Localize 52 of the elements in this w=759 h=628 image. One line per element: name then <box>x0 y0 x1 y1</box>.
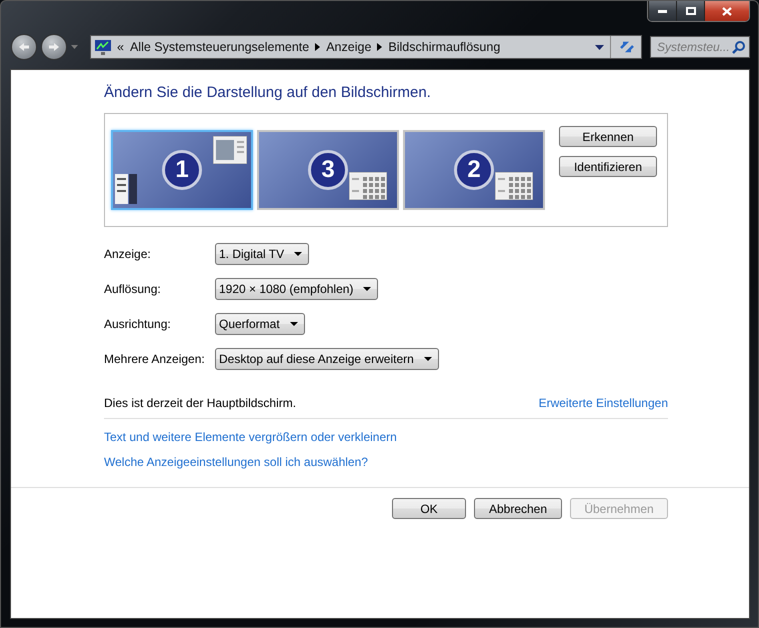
breadcrumb-overflow[interactable]: « <box>117 40 124 54</box>
address-bar[interactable]: « Alle Systemsteuerungselemente Anzeige Bildschirmauflösung <box>90 35 642 59</box>
breadcrumb-item[interactable]: Alle Systemsteuerungselemente <box>130 40 310 54</box>
back-arrow-icon <box>18 42 30 52</box>
maximize-icon <box>686 7 696 15</box>
monitor-tile[interactable]: 2 <box>403 130 545 210</box>
forward-arrow-icon <box>48 42 60 52</box>
dropdown-arrow-icon <box>363 287 372 291</box>
maximize-button[interactable] <box>676 1 704 21</box>
history-dropdown-icon[interactable] <box>71 45 78 49</box>
setting-dropdown[interactable]: Querformat <box>215 313 305 335</box>
monitor-tile[interactable]: 3 <box>257 130 399 210</box>
monitor-number: 3 <box>308 150 348 190</box>
page-heading: Ändern Sie die Darstellung auf den Bildschirmen. <box>104 84 432 101</box>
setting-label: Mehrere Anzeigen: <box>104 352 206 366</box>
setting-dropdown[interactable]: Desktop auf diese Anzeige erweitern <box>215 348 439 370</box>
monitor-number: 2 <box>454 150 494 190</box>
setting-label: Ausrichtung: <box>104 317 172 331</box>
setting-label: Anzeige: <box>104 247 152 261</box>
back-button[interactable] <box>11 34 37 60</box>
chevron-right-icon[interactable] <box>315 43 320 51</box>
monitor-icon <box>95 40 111 54</box>
status-text: Dies ist derzeit der Hauptbildschirm. <box>104 396 296 410</box>
window-icon <box>213 136 247 164</box>
help-link[interactable]: Text und weitere Elemente vergrößern oder verkleinern <box>104 430 397 444</box>
gadget-sidebar-icon <box>115 174 137 204</box>
monitor-number: 1 <box>162 150 202 190</box>
monitor-tile[interactable]: 1 <box>111 130 253 210</box>
setting-dropdown[interactable]: 1. Digital TV <box>215 243 310 265</box>
dialog-button[interactable]: OK <box>392 498 466 519</box>
detect-button[interactable]: Erkennen <box>559 126 657 147</box>
breadcrumb-item[interactable]: Bildschirmauflösung <box>388 40 500 54</box>
identify-button[interactable]: Identifizieren <box>559 156 657 177</box>
minimize-icon <box>658 10 667 12</box>
minimize-button[interactable] <box>648 1 676 21</box>
dialog-button[interactable]: Abbrechen <box>474 498 562 519</box>
window-icon <box>495 172 533 200</box>
dropdown-arrow-icon[interactable] <box>595 44 604 50</box>
close-button[interactable] <box>704 1 749 21</box>
dropdown-arrow-icon <box>290 322 298 326</box>
advanced-settings-link[interactable]: Erweiterte Einstellungen <box>538 396 668 410</box>
dropdown-arrow-icon <box>294 252 302 256</box>
dropdown-arrow-icon <box>424 357 432 361</box>
setting-dropdown[interactable]: 1920 × 1080 (empfohlen) <box>215 278 378 300</box>
forward-button[interactable] <box>41 34 67 60</box>
help-link[interactable]: Welche Anzeigeeinstellungen soll ich auswählen? <box>104 455 368 469</box>
close-icon <box>722 6 732 16</box>
setting-label: Auflösung: <box>104 282 162 296</box>
window-icon <box>349 172 387 200</box>
breadcrumb-item[interactable]: Anzeige <box>326 40 372 54</box>
chevron-right-icon[interactable] <box>377 43 382 51</box>
search-icon <box>732 40 745 54</box>
